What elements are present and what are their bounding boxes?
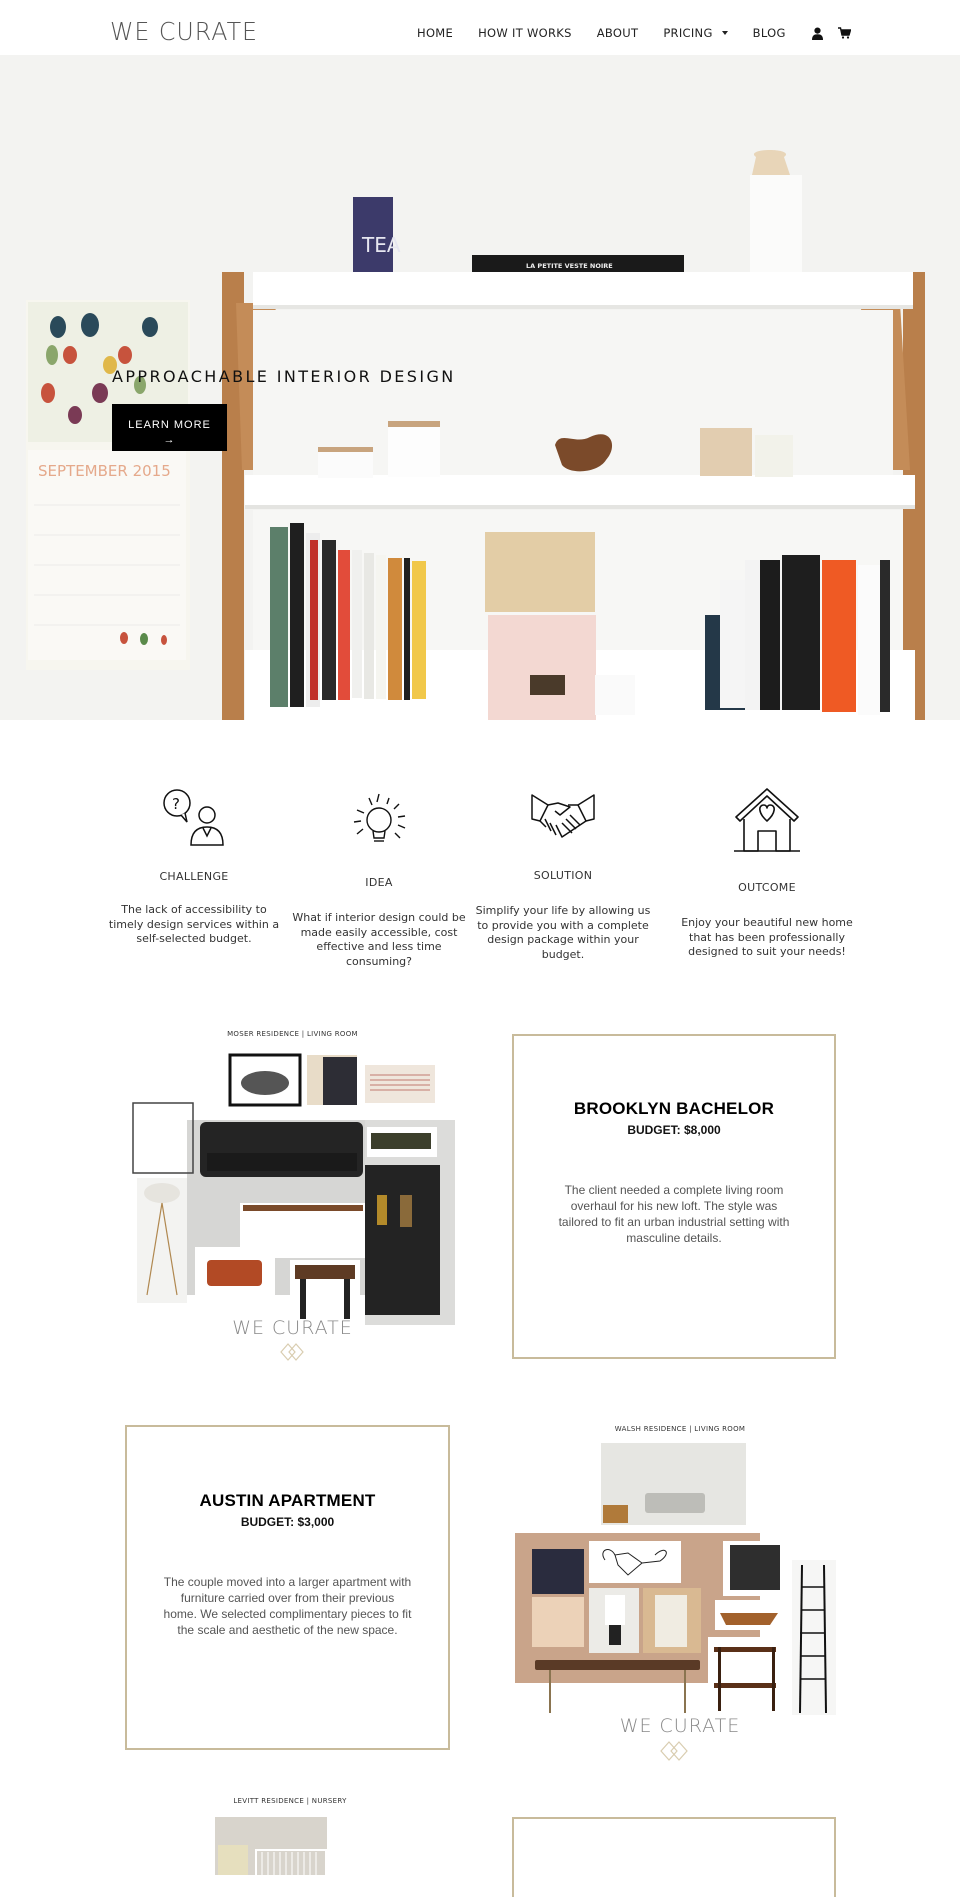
jar-image — [388, 425, 440, 477]
learn-more-button[interactable]: LEARN MORE → — [112, 404, 227, 451]
calendar-image: SEPTEMBER 2015 — [26, 300, 190, 670]
learn-more-label: LEARN MORE — [128, 418, 211, 431]
step-description: The lack of accessibility to timely desi… — [108, 903, 280, 945]
step-label: CHALLENGE — [159, 870, 229, 883]
project-description: The client needed a complete living room… — [558, 1183, 790, 1245]
diamond-logo-icon — [660, 1741, 688, 1761]
project-budget: BUDGET: $8,000 — [627, 1123, 721, 1137]
moodboard-watermark: WE CURATE — [232, 1317, 353, 1339]
nav-pricing-label: PRICING — [663, 26, 713, 40]
calendar-month-text: SEPTEMBER 2015 — [38, 462, 171, 480]
jar-image — [318, 450, 373, 478]
book-title: LA PETITE VESTE NOIRE — [526, 262, 613, 270]
moodboard-levitt[interactable]: LEVITT RESIDENCE | NURSERY — [190, 1790, 390, 1875]
nav-pricing[interactable]: PRICING — [663, 26, 728, 40]
nav-blog[interactable]: BLOG — [753, 26, 786, 40]
arrow-right-icon: → — [163, 433, 176, 446]
moodboard-moser[interactable]: MOSER RESIDENCE | LIVING ROOM WE CURATE — [125, 1025, 460, 1370]
project-card-levitt — [512, 1817, 836, 1897]
account-icon[interactable] — [811, 27, 824, 40]
moodboard-collage — [215, 1817, 327, 1875]
process-step-outcome: OUTCOME Enjoy your beautiful new home th… — [677, 787, 857, 960]
project-title: AUSTIN APARTMENT — [199, 1491, 376, 1510]
project-card-austin: AUSTIN APARTMENT BUDGET: $3,000 The coup… — [125, 1425, 450, 1750]
main-nav: HOME HOW IT WORKS ABOUT PRICING BLOG — [417, 26, 865, 40]
hero-title: APPROACHABLE INTERIOR DESIGN — [112, 367, 456, 386]
nav-home[interactable]: HOME — [417, 26, 453, 40]
nav-about[interactable]: ABOUT — [597, 26, 639, 40]
step-description: Enjoy your beautiful new home that has b… — [681, 916, 853, 958]
nav-how-it-works[interactable]: HOW IT WORKS — [478, 26, 572, 40]
step-label: OUTCOME — [738, 881, 796, 894]
project-title: BROOKLYN BACHELOR — [573, 1099, 775, 1118]
moodboard-collage — [515, 1443, 836, 1715]
hygge-box-image — [700, 428, 752, 476]
step-description: What if interior design could be made ea… — [292, 911, 466, 968]
process-step-solution: SOLUTION Simplify your life by allowing … — [473, 793, 653, 962]
book-image: LA PETITE VESTE NOIRE — [472, 255, 684, 273]
project-card-brooklyn: BROOKLYN BACHELOR BUDGET: $8,000 The cli… — [512, 1034, 836, 1359]
house-heart-icon — [734, 788, 800, 852]
process-step-idea: IDEA What if interior design could be ma… — [289, 790, 469, 969]
process-step-challenge: ? CHALLENGE The lack of accessibility to… — [104, 785, 284, 947]
step-label: IDEA — [365, 876, 393, 889]
hero-banner: SEPTEMBER 2015 TEA LA PETITE VESTE NOIRE — [0, 55, 960, 720]
project-description: The couple moved into a larger apartment… — [163, 1575, 412, 1637]
tea-label: TEA — [361, 233, 401, 257]
step-label: SOLUTION — [533, 869, 593, 882]
diamond-logo-icon — [280, 1343, 304, 1361]
cart-icon[interactable] — [837, 27, 851, 39]
project-budget: BUDGET: $3,000 — [240, 1515, 335, 1529]
site-logo[interactable]: WE CURATE — [110, 17, 258, 46]
moodboard-watermark: WE CURATE — [619, 1715, 741, 1737]
question-person-icon: ? — [163, 789, 224, 846]
handshake-icon — [531, 794, 595, 838]
moodboard-walsh[interactable]: WALSH RESIDENCE | LIVING ROOM WE CURATE — [510, 1415, 850, 1765]
caret-down-icon — [721, 30, 728, 35]
lightbulb-icon — [353, 793, 406, 842]
site-header: WE CURATE HOME HOW IT WORKS ABOUT PRICIN… — [0, 0, 960, 55]
hero-shelf-illustration: SEPTEMBER 2015 TEA LA PETITE VESTE NOIRE — [0, 55, 960, 720]
svg-text:?: ? — [172, 795, 180, 813]
step-description: Simplify your life by allowing us to pro… — [475, 904, 651, 961]
